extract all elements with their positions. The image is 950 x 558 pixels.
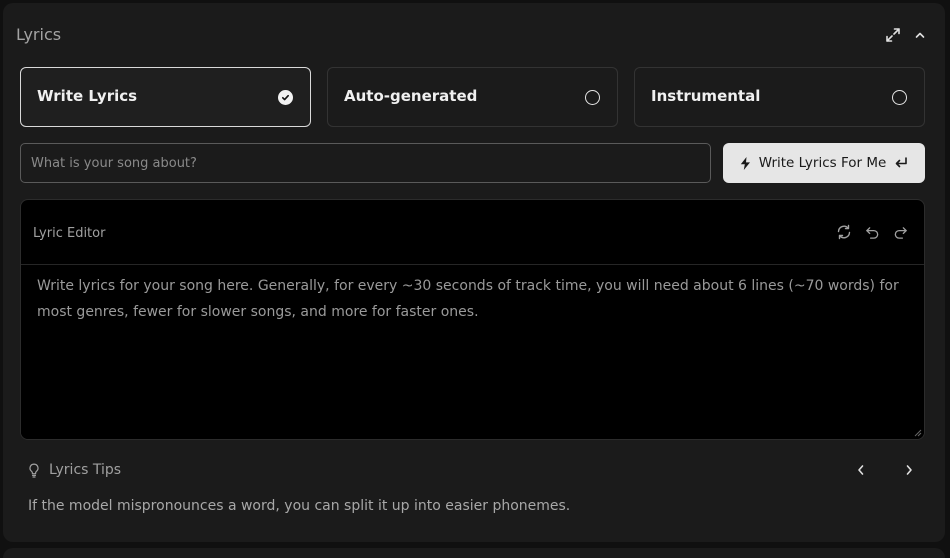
check-circle-icon xyxy=(278,90,293,105)
option-write-lyrics[interactable]: Write Lyrics xyxy=(20,67,311,127)
undo-button[interactable] xyxy=(863,223,881,241)
chevron-up-icon xyxy=(915,32,925,38)
write-lyrics-for-me-button[interactable]: Write Lyrics For Me xyxy=(723,143,925,183)
radio-circle-icon xyxy=(892,90,907,105)
lyrics-tips-header: Lyrics Tips xyxy=(28,459,121,481)
tip-text: If the model mispronounces a word, you c… xyxy=(28,498,571,514)
expand-arrows-icon xyxy=(886,28,900,42)
refresh-button[interactable] xyxy=(835,223,853,241)
option-auto-generated[interactable]: Auto-generated xyxy=(327,67,618,127)
song-topic-input[interactable] xyxy=(20,143,711,183)
undo-icon xyxy=(865,226,878,239)
enter-return-icon xyxy=(895,157,908,168)
collapse-button[interactable] xyxy=(910,25,930,45)
lyrics-textarea[interactable] xyxy=(21,265,924,439)
lightning-icon xyxy=(740,156,750,170)
option-label: Write Lyrics xyxy=(37,87,138,105)
tips-label: Lyrics Tips xyxy=(49,462,122,478)
lyrics-panel: Lyrics Write Lyrics Auto-generated Instr… xyxy=(3,3,945,542)
option-label: Instrumental xyxy=(651,87,761,105)
chevron-right-icon xyxy=(906,465,912,475)
expand-button[interactable] xyxy=(883,25,903,45)
option-instrumental[interactable]: Instrumental xyxy=(634,67,925,127)
redo-icon xyxy=(894,226,907,239)
tips-next-button[interactable] xyxy=(900,461,918,479)
lyric-editor: Lyric Editor xyxy=(20,199,925,440)
resize-grip-icon[interactable] xyxy=(914,429,922,437)
next-panel-edge xyxy=(3,548,945,558)
chevron-left-icon xyxy=(858,465,864,475)
redo-button[interactable] xyxy=(891,223,909,241)
radio-circle-icon xyxy=(585,90,600,105)
editor-title: Lyric Editor xyxy=(33,226,106,241)
write-button-label: Write Lyrics For Me xyxy=(758,155,887,171)
lightbulb-icon xyxy=(29,463,39,478)
option-label: Auto-generated xyxy=(344,87,478,105)
panel-title: Lyrics xyxy=(16,25,62,44)
refresh-icon xyxy=(837,224,851,240)
tips-previous-button[interactable] xyxy=(852,461,870,479)
